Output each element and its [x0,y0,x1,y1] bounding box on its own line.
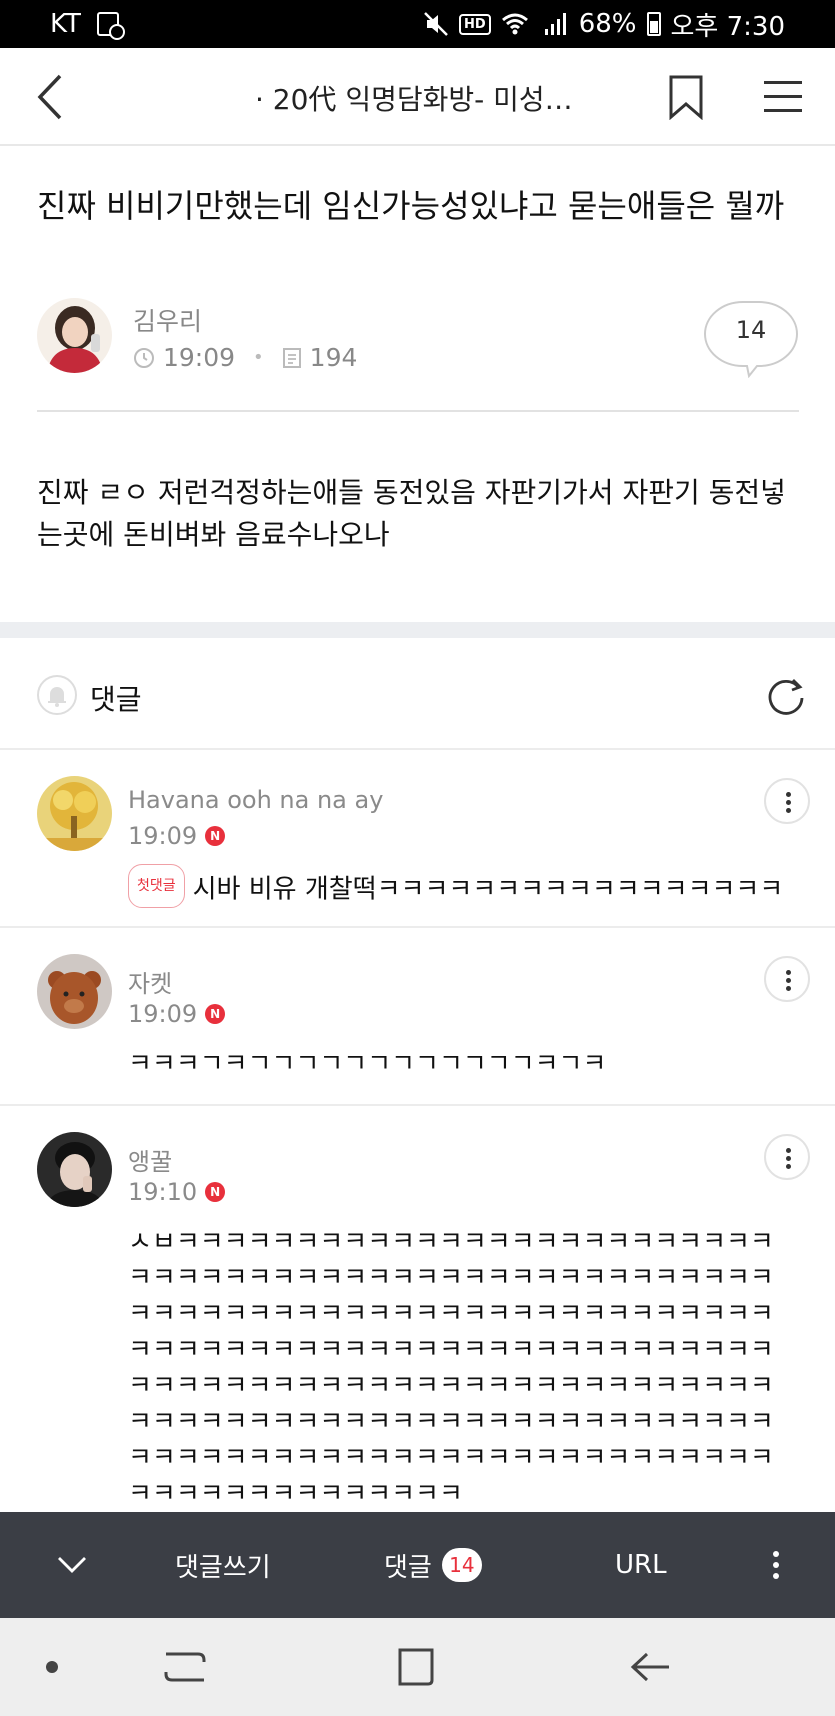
url-button[interactable]: URL [615,1512,667,1618]
comment-text: ㅅㅂㅋㅋㅋㅋㅋㅋㅋㅋㅋㅋㅋㅋㅋㅋㅋㅋㅋㅋㅋㅋㅋㅋㅋㅋㅋㅋㅋㅋㅋㅋㅋㅋㅋㅋㅋㅋㅋㅋ… [128,1227,774,1509]
comments-count-badge: 14 [441,1548,482,1582]
comment-count-bubble[interactable]: 14 [703,298,799,379]
more-vertical-icon[interactable] [764,1134,810,1180]
comment-text-wrapper: 첫댓글 시바 비유 개찰떡ㅋㅋㅋㅋㅋㅋㅋㅋㅋㅋㅋㅋㅋㅋㅋㅋㅋ [128,864,788,912]
signal-icon [544,13,566,35]
hamburger-menu-icon[interactable] [762,78,804,116]
more-options-button[interactable] [766,1512,786,1618]
commenter-name[interactable]: 앵꿀 [128,1142,172,1177]
carrier-label: KT [50,9,81,39]
write-comment-button[interactable]: 댓글쓰기 [175,1512,271,1618]
commenter-name[interactable]: Havana ooh na na ay [128,786,383,814]
more-vertical-icon[interactable] [764,956,810,1002]
back-arrow-icon[interactable] [625,1642,675,1692]
chevron-left-icon[interactable] [30,70,70,124]
battery-percent: 68% [578,9,637,39]
more-vertical-icon[interactable] [764,778,810,824]
mute-icon [424,12,448,36]
bell-icon[interactable] [37,675,77,715]
comment-count: 14 [735,316,767,344]
commenter-name[interactable]: 자켓 [128,964,172,999]
new-badge: N [205,826,226,846]
comment-text: 시바 비유 개찰떡ㅋㅋㅋㅋㅋㅋㅋㅋㅋㅋㅋㅋㅋㅋㅋㅋㅋ [192,874,784,905]
comments-header: 댓글 [0,638,835,750]
hd-voice-icon: HD [459,13,491,35]
author-avatar[interactable] [37,298,112,373]
system-nav-bar [0,1618,835,1716]
top-header: · 20代 익명담화방- 미성… [0,48,835,146]
commenter-avatar[interactable] [37,1132,112,1207]
comment-time: 19:10 N [128,1178,226,1206]
views-icon [282,347,301,368]
chevron-down-icon [58,1557,86,1573]
refresh-icon[interactable] [765,674,807,716]
clock: 오후 7:30 [670,11,786,42]
section-separator [0,622,835,638]
post-body: 진짜 ㄹㅇ 저런걱정하는애들 동전있음 자판기가서 자판기 동전넣는곳에 돈비벼… [37,476,786,551]
wifi-icon [501,13,528,35]
post-meta: 19:09 • 194 [133,343,357,372]
new-badge: N [205,1182,226,1202]
meta-separator: • [253,347,264,368]
collapse-button[interactable] [56,1512,88,1618]
comment-time-text: 19:09 [128,1000,198,1028]
clock-icon [134,347,154,368]
comment-time: 19:09 N [128,822,226,850]
battery-icon [646,12,661,36]
recent-apps-icon[interactable] [160,1642,210,1692]
comment-text: ㅋㅋㅋㄱㅋㄱㄱㄱㄱㄱㄱㄱㄱㄱㄱㄱㄱㅋㄱㅋ [128,1049,607,1079]
author-name[interactable]: 김우리 [133,302,202,338]
comment-item: 앵꿀 19:10 N ㅅㅂㅋㅋㅋㅋㅋㅋㅋㅋㅋㅋㅋㅋㅋㅋㅋㅋㅋㅋㅋㅋㅋㅋㅋㅋㅋㅋㅋ… [0,1106,835,1512]
more-vertical-icon [773,1551,779,1579]
divider [37,410,799,412]
status-bar: KT HD 68% 오후 7:30 [0,0,835,48]
comments-title: 댓글 [90,683,142,716]
home-icon[interactable] [392,1642,442,1692]
comment-time: 19:09 N [128,1000,226,1028]
sim-sync-icon [96,12,125,40]
comment-item: Havana ooh na na ay 19:09 N 첫댓글 시바 비유 개찰떡… [0,750,835,928]
post-title: 진짜 비비기만했는데 임신가능성있냐고 묻는애들은 뭘까 [37,187,785,225]
comments-button[interactable]: 댓글 14 [384,1512,482,1618]
post-views: 194 [309,343,358,372]
dot-icon[interactable] [30,1642,80,1692]
commenter-avatar[interactable] [37,954,112,1029]
bottom-action-bar: 댓글쓰기 댓글 14 URL [0,1512,835,1618]
new-badge: N [205,1004,226,1024]
comment-time-text: 19:10 [128,1178,198,1206]
post-time: 19:09 [163,343,236,372]
comment-time-text: 19:09 [128,822,198,850]
board-title[interactable]: · 20代 익명담화방- 미성… [255,78,585,118]
commenter-avatar[interactable] [37,776,112,851]
first-comment-badge: 첫댓글 [128,864,185,908]
comments-button-label: 댓글 [384,1552,432,1583]
comment-item: 자켓 19:09 N ㅋㅋㅋㄱㅋㄱㄱㄱㄱㄱㄱㄱㄱㄱㄱㄱㄱㅋㄱㅋ [0,928,835,1106]
bookmark-icon[interactable] [668,74,704,120]
